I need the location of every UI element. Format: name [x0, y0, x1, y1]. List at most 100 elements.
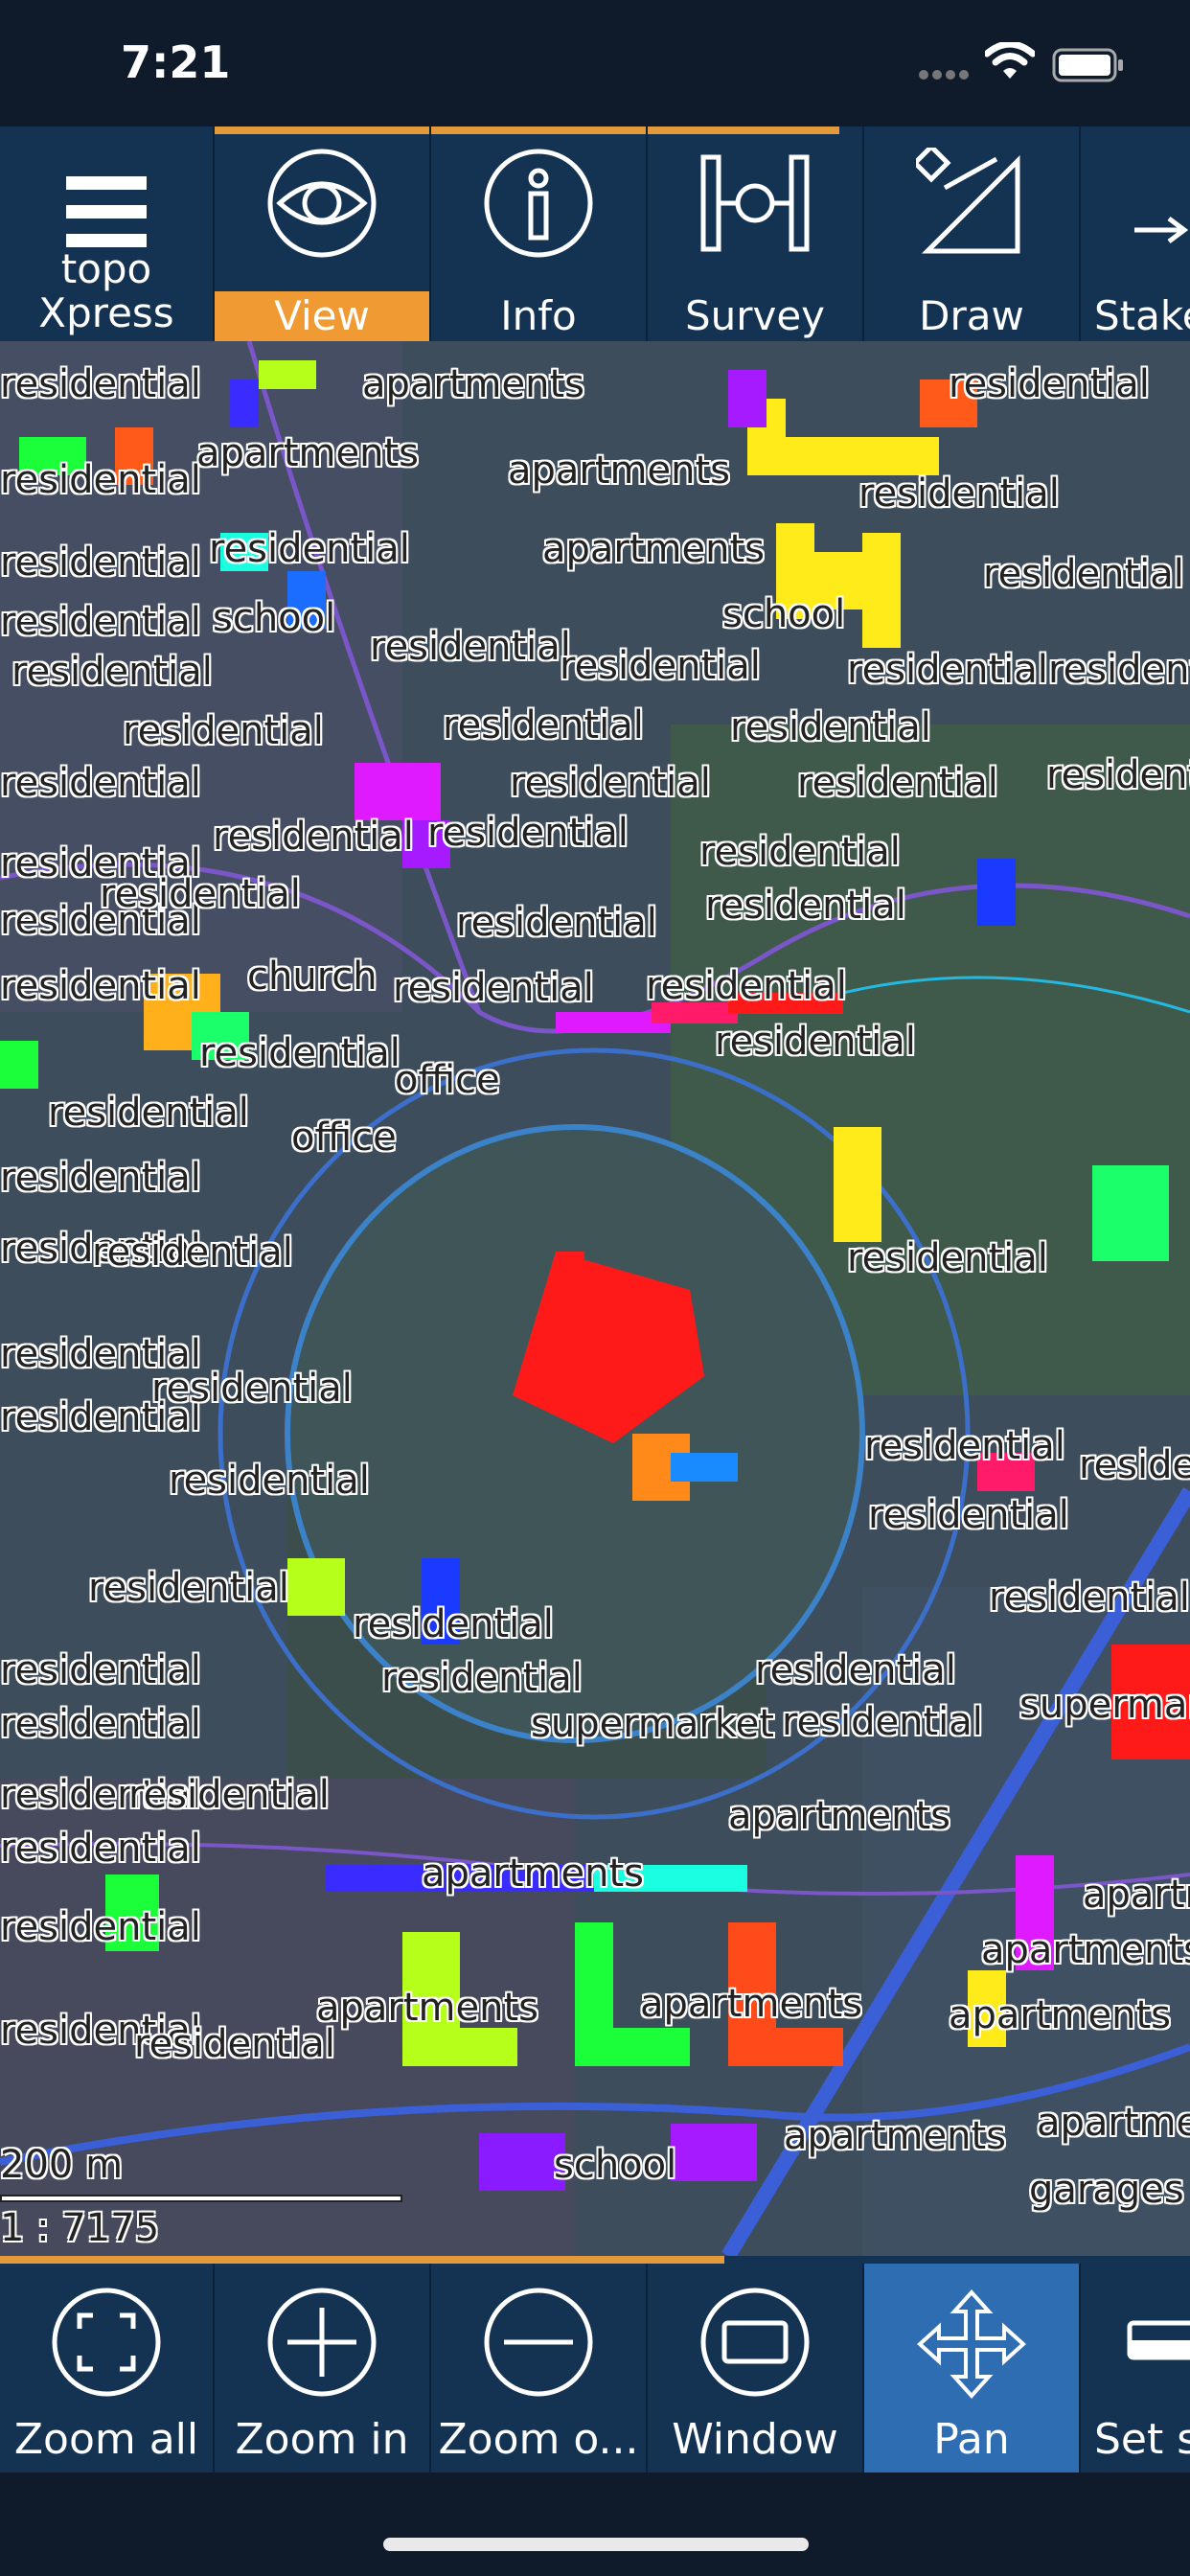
info-button-label: Info — [500, 292, 577, 339]
map-label: school — [722, 592, 846, 636]
map-label: apartments — [362, 362, 584, 406]
eye-icon — [267, 149, 377, 258]
map-label: apartments — [1037, 2101, 1190, 2145]
zoom-all-icon — [52, 2288, 161, 2397]
home-indicator-area — [0, 2472, 1190, 2576]
map-label: residential — [847, 1236, 1048, 1280]
map-label: residential — [393, 966, 594, 1010]
zoom-in-label: Zoom in — [235, 2415, 409, 2464]
map-label: residential — [782, 1700, 983, 1744]
map-label: office — [291, 1116, 397, 1160]
map-label: residential — [0, 1702, 201, 1746]
map-view[interactable]: residential apartments residential resid… — [0, 341, 1190, 2256]
map-label: school — [554, 2143, 677, 2187]
survey-button[interactable]: Survey — [648, 126, 864, 341]
menu-button[interactable]: topo Xpress — [0, 126, 215, 341]
map-label: residential — [797, 761, 998, 805]
map-label: residential — [128, 1773, 330, 1817]
map-label: apartments — [981, 1928, 1190, 1972]
draw-icon — [916, 148, 1020, 254]
map-label: residential — [715, 1020, 916, 1064]
map-label: apartments — [422, 1852, 644, 1896]
map-label: residential — [0, 600, 201, 644]
map-label: residential — [646, 964, 847, 1008]
map-label: residential — [151, 1367, 353, 1411]
set-icon — [1127, 2320, 1190, 2360]
map-label: residential — [868, 1493, 1069, 1537]
map-label: residential — [847, 648, 1048, 692]
zoom-out-label: Zoom o... — [438, 2415, 639, 2464]
map-label: residential — [0, 1156, 201, 1200]
map-label: residential — [213, 815, 414, 859]
map-label: residential — [949, 362, 1150, 406]
map-label: residential — [755, 1648, 956, 1692]
zoom-out-button[interactable]: Zoom o... — [431, 2264, 648, 2472]
map-label: apartments — [508, 448, 730, 493]
map-label: apartments — [728, 1794, 950, 1838]
map-label: residential — [0, 362, 201, 406]
map-label: apartments — [784, 2114, 1006, 2158]
stake-button[interactable]: Stake — [1081, 126, 1190, 341]
pan-label: Pan — [933, 2415, 1010, 2464]
arrow-right-icon — [1134, 217, 1188, 243]
map-label: supermarket — [531, 1702, 774, 1746]
draw-button-label: Draw — [919, 292, 1024, 339]
zoom-all-button[interactable]: Zoom all — [0, 2264, 215, 2472]
map-label: residential — [0, 540, 201, 585]
map-label: residential — [209, 527, 410, 571]
map-label: residential — [100, 872, 301, 916]
map-label: residential — [456, 901, 657, 945]
map-label: apartments — [949, 1993, 1171, 2037]
map-label: residential — [134, 2022, 335, 2066]
map-label: residential — [381, 1656, 583, 1700]
map-label: residential — [0, 964, 201, 1008]
survey-button-label: Survey — [684, 292, 826, 339]
bottom-toolbar: Zoom all Zoom in Zoom o... Window Pan Se… — [0, 2256, 1190, 2472]
map-label: residential — [0, 1827, 201, 1871]
map-label: residential — [123, 709, 324, 753]
map-label: residential — [88, 1566, 289, 1610]
map-label: school — [213, 596, 336, 640]
map-label: church — [247, 954, 378, 999]
home-indicator[interactable] — [383, 2538, 809, 2551]
map-label: residential — [0, 1905, 201, 1949]
hamburger-menu-icon — [66, 176, 147, 247]
cellular-signal-icon — [919, 70, 969, 80]
map-label: residential — [858, 472, 1060, 516]
map-label: residential — [427, 811, 629, 855]
app-name-line1: topo — [60, 245, 152, 292]
map-label: residential — [370, 625, 571, 669]
map-label: apartments — [1083, 1873, 1190, 1917]
map-label: residential — [1048, 648, 1190, 692]
bottom-toolbar-accent-line — [0, 2256, 724, 2264]
map-label: residential — [92, 1230, 293, 1275]
scale-bar — [0, 2195, 402, 2202]
map-label: residential — [0, 458, 201, 502]
map-label: apartments — [542, 527, 765, 571]
map-label: residential — [730, 705, 931, 749]
zoom-in-icon — [267, 2288, 377, 2397]
map-label: residential — [443, 703, 644, 748]
window-icon — [700, 2288, 810, 2397]
map-label: residential — [169, 1459, 370, 1503]
info-button[interactable]: Info — [431, 126, 648, 341]
info-icon — [484, 149, 593, 258]
scale-distance: 200 m — [0, 2143, 124, 2187]
map-label: residential — [510, 761, 711, 805]
status-bar: 7:21 — [0, 0, 1190, 126]
map-label: residential — [699, 830, 901, 874]
draw-button[interactable]: Draw — [864, 126, 1081, 341]
window-button[interactable]: Window — [648, 2264, 864, 2472]
set-button[interactable]: Set s — [1081, 2264, 1190, 2472]
pan-button[interactable]: Pan — [864, 2264, 1081, 2472]
map-label: residential — [983, 552, 1184, 596]
map-label: residential — [705, 884, 906, 928]
status-time: 7:21 — [121, 36, 231, 88]
zoom-in-button[interactable]: Zoom in — [215, 2264, 431, 2472]
map-label: residential — [353, 1602, 554, 1646]
map-label: residential — [11, 650, 213, 694]
view-button[interactable]: View — [215, 126, 431, 341]
map-label: apartments — [316, 1986, 538, 2030]
survey-icon — [700, 154, 810, 252]
map-label: residential — [1046, 753, 1190, 797]
